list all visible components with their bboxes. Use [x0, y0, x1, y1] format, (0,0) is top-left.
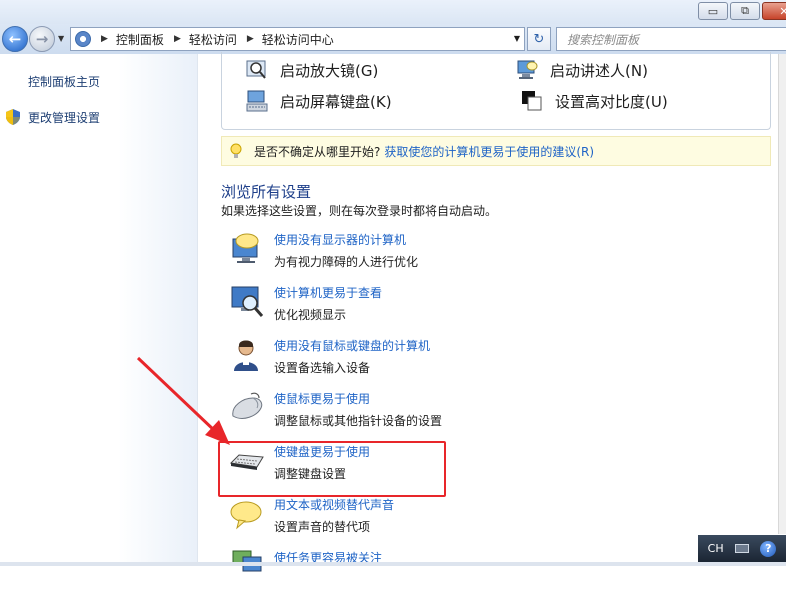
breadcrumb-ease-of-access[interactable]: 轻松访问: [189, 31, 237, 48]
lightbulb-icon: [230, 143, 242, 158]
annotation-highlight-box: [218, 441, 446, 497]
task-icon: [232, 550, 262, 572]
section-description: 如果选择这些设置，则在每次登录时都将自动启动。: [221, 204, 498, 218]
setting-item-focus-tasks[interactable]: 使任务更容易被关注: [229, 549, 769, 595]
scrollbar[interactable]: [778, 54, 786, 534]
chevron-right-icon[interactable]: ▶: [174, 34, 181, 44]
back-button[interactable]: ←: [2, 26, 28, 52]
breadcrumb-ease-of-access-center[interactable]: 轻松访问中心: [262, 31, 334, 48]
setting-item-no-display[interactable]: 使用没有显示器的计算机 为有视力障碍的人进行优化: [229, 231, 769, 277]
setting-title[interactable]: 使鼠标更易于使用: [274, 390, 370, 407]
address-dropdown-icon[interactable]: ▼: [514, 34, 520, 43]
sidebar-item-home[interactable]: 控制面板主页: [28, 73, 100, 90]
taskbar-edge: [0, 562, 786, 566]
sidebar-item-change-admin-settings[interactable]: 更改管理设置: [28, 109, 100, 126]
get-recommendations-link[interactable]: 获取使您的计算机更易于使用的建议(R): [384, 143, 594, 160]
close-button[interactable]: ✕: [762, 2, 786, 20]
speech-bubble-icon: [230, 501, 262, 530]
forward-button[interactable]: →: [29, 26, 55, 52]
section-title: 浏览所有设置: [221, 183, 312, 201]
narrator-icon: [517, 60, 538, 79]
refresh-button[interactable]: ↻: [527, 27, 551, 51]
chevron-right-icon[interactable]: ▶: [247, 34, 254, 44]
help-icon[interactable]: ?: [760, 540, 777, 557]
set-high-contrast-link[interactable]: 设置高对比度(U): [521, 90, 668, 112]
setting-item-sound-alternatives[interactable]: 用文本或视频替代声音 设置声音的替代项: [229, 496, 769, 542]
address-bar[interactable]: ▶ 控制面板 ▶ 轻松访问 ▶ 轻松访问中心 ▼: [70, 27, 525, 51]
left-pane: 控制面板主页 更改管理设置: [0, 54, 198, 566]
monitor-speech-icon: [232, 233, 259, 263]
start-narrator-label: 启动讲述人(N): [550, 61, 648, 80]
window-controls: ▭ ⧉ ✕: [698, 2, 786, 20]
monitor-magnifier-icon: [231, 286, 264, 317]
chevron-right-icon[interactable]: ▶: [101, 34, 108, 44]
main-content: 启动放大镜(G) 启动讲述人(N) 启动屏幕键盘(K) 设置高对比度(U) 是否…: [199, 52, 786, 572]
start-onscreen-keyboard-link[interactable]: 启动屏幕键盘(K): [246, 90, 392, 112]
setting-item-easier-to-see[interactable]: 使计算机更易于查看 优化视频显示: [229, 284, 769, 330]
title-bar: ▭ ⧉ ✕: [0, 0, 786, 24]
setting-item-no-mouse-keyboard[interactable]: 使用没有鼠标或键盘的计算机 设置备选输入设备: [229, 337, 769, 383]
hint-bar: 是否不确定从哪里开始? 获取使您的计算机更易于使用的建议(R): [221, 136, 771, 166]
start-magnifier-label: 启动放大镜(G): [280, 61, 379, 80]
hint-question: 是否不确定从哪里开始?: [254, 144, 381, 159]
navigation-bar: ← → ▼ ▶ 控制面板 ▶ 轻松访问 ▶ 轻松访问中心 ▼ ↻ 搜索控制面板: [0, 24, 786, 54]
set-high-contrast-label: 设置高对比度(U): [555, 92, 668, 111]
setting-item-mouse[interactable]: 使鼠标更易于使用 调整鼠标或其他指针设备的设置: [229, 390, 769, 436]
onscreen-keyboard-icon: [246, 90, 268, 112]
search-input[interactable]: 搜索控制面板: [556, 27, 786, 51]
magnifier-icon: [246, 60, 266, 79]
maximize-button[interactable]: ⧉: [730, 2, 760, 20]
start-magnifier-link[interactable]: 启动放大镜(G): [246, 59, 378, 81]
minimize-button[interactable]: ▭: [698, 2, 728, 20]
system-tray: CH ?: [698, 535, 786, 562]
setting-title[interactable]: 使用没有鼠标或键盘的计算机: [274, 337, 430, 354]
high-contrast-icon: [522, 91, 542, 111]
uac-shield-icon: [6, 109, 20, 125]
setting-title[interactable]: 使计算机更易于查看: [274, 284, 382, 301]
setting-subtitle: 调整鼠标或其他指针设备的设置: [274, 414, 443, 428]
start-onscreen-keyboard-label: 启动屏幕键盘(K): [280, 92, 392, 111]
keyboard-layout-icon[interactable]: [734, 544, 749, 553]
user-icon: [234, 340, 258, 371]
control-panel-icon: [75, 31, 91, 47]
quick-access-box: 启动放大镜(G) 启动讲述人(N) 启动屏幕键盘(K) 设置高对比度(U): [221, 52, 771, 130]
setting-title[interactable]: 使用没有显示器的计算机: [274, 231, 406, 248]
start-narrator-link[interactable]: 启动讲述人(N): [516, 59, 648, 81]
recent-pages-dropdown[interactable]: ▼: [58, 34, 64, 43]
setting-subtitle: 设置声音的替代项: [274, 520, 371, 534]
setting-title[interactable]: 用文本或视频替代声音: [274, 496, 394, 513]
setting-subtitle: 设置备选输入设备: [274, 361, 371, 375]
setting-subtitle: 优化视频显示: [274, 308, 347, 322]
input-language-indicator[interactable]: CH: [708, 542, 724, 555]
setting-subtitle: 为有视力障碍的人进行优化: [274, 255, 419, 269]
mouse-icon: [232, 392, 263, 419]
breadcrumb-control-panel[interactable]: 控制面板: [116, 31, 164, 48]
